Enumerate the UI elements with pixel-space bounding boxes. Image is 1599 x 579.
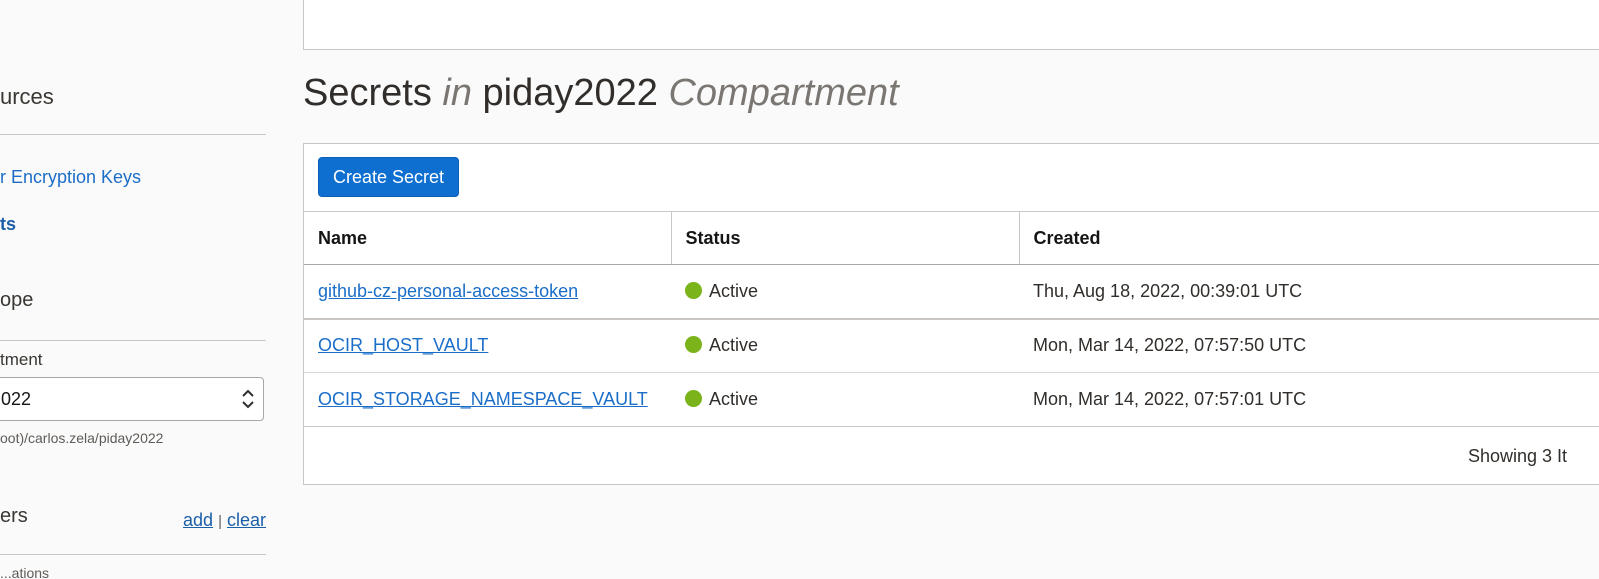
status-cell: Active (671, 264, 1019, 320)
name-cell: github-cz-personal-access-token (304, 264, 671, 320)
status-text: Active (709, 389, 759, 409)
top-panel (303, 0, 1599, 50)
column-header-name[interactable]: Name (304, 211, 671, 265)
compartment-select-value: 022 (1, 389, 32, 409)
list-scope-heading: ope (0, 289, 34, 311)
compartment-select[interactable]: 022 (0, 377, 264, 421)
sidebar: urces r Encryption Keys ts ope tment 022… (0, 0, 266, 579)
create-secret-button[interactable]: Create Secret (318, 157, 460, 197)
title-in: in (442, 72, 472, 114)
name-cell: OCIR_HOST_VAULT (304, 318, 671, 373)
title-suffix: Compartment (668, 72, 899, 114)
secrets-table-panel: Create Secret Name Status Created github… (303, 143, 1599, 485)
table-row: OCIR_HOST_VAULT Active Mon, Mar 14, 2022… (304, 318, 1599, 373)
table-header-row: Name Status Created (304, 211, 1599, 265)
status-cell: Active (671, 318, 1019, 373)
showing-count: Showing 3 It (1468, 446, 1568, 466)
divider (0, 134, 266, 135)
status-dot-icon (685, 281, 702, 299)
filter-placeholder-text: ...ations (0, 565, 50, 579)
page: urces r Encryption Keys ts ope tment 022… (0, 0, 1599, 579)
clear-filter-link[interactable]: clear (227, 510, 266, 530)
add-filter-link[interactable]: add (183, 510, 213, 530)
column-header-created[interactable]: Created (1018, 211, 1599, 265)
page-title: Secrets in piday2022 Compartment (303, 72, 899, 115)
created-cell: Thu, Aug 18, 2022, 00:39:01 UTC (1019, 264, 1599, 320)
status-text: Active (709, 280, 759, 301)
status-text: Active (709, 335, 759, 356)
table-row: github-cz-personal-access-token Active T… (304, 264, 1599, 320)
table-row: OCIR_STORAGE_NAMESPACE_VAULT Active Mon,… (304, 372, 1599, 427)
secret-name-link[interactable]: github-cz-personal-access-token (318, 281, 578, 301)
divider (0, 340, 266, 341)
status-cell: Active (671, 372, 1019, 427)
sidebar-item-secrets[interactable]: ts (0, 214, 16, 235)
compartment-label: tment (0, 350, 43, 369)
compartment-path: oot)/carlos.zela/piday2022 (0, 430, 164, 446)
status-dot-icon (685, 336, 702, 354)
updown-caret-icon (242, 389, 254, 409)
secrets-table: Name Status Created github-cz-personal-a… (304, 211, 1599, 427)
created-cell: Mon, Mar 14, 2022, 07:57:01 UTC (1019, 372, 1599, 427)
link-separator: | (218, 513, 222, 530)
column-header-status[interactable]: Status (670, 211, 1019, 265)
title-prefix: Secrets (303, 72, 432, 114)
status-dot-icon (685, 390, 702, 407)
title-compartment: piday2022 (482, 72, 658, 114)
resources-heading: urces (0, 84, 54, 109)
secret-name-link[interactable]: OCIR_HOST_VAULT (318, 335, 488, 355)
name-cell: OCIR_STORAGE_NAMESPACE_VAULT (304, 372, 671, 427)
secret-name-link[interactable]: OCIR_STORAGE_NAMESPACE_VAULT (318, 389, 648, 409)
filter-actions: add | clear (183, 510, 266, 531)
sidebar-item-master-encryption-keys[interactable]: r Encryption Keys (0, 167, 141, 188)
created-cell: Mon, Mar 14, 2022, 07:57:50 UTC (1019, 318, 1599, 373)
divider (0, 554, 266, 555)
filters-heading: ers (0, 505, 28, 527)
